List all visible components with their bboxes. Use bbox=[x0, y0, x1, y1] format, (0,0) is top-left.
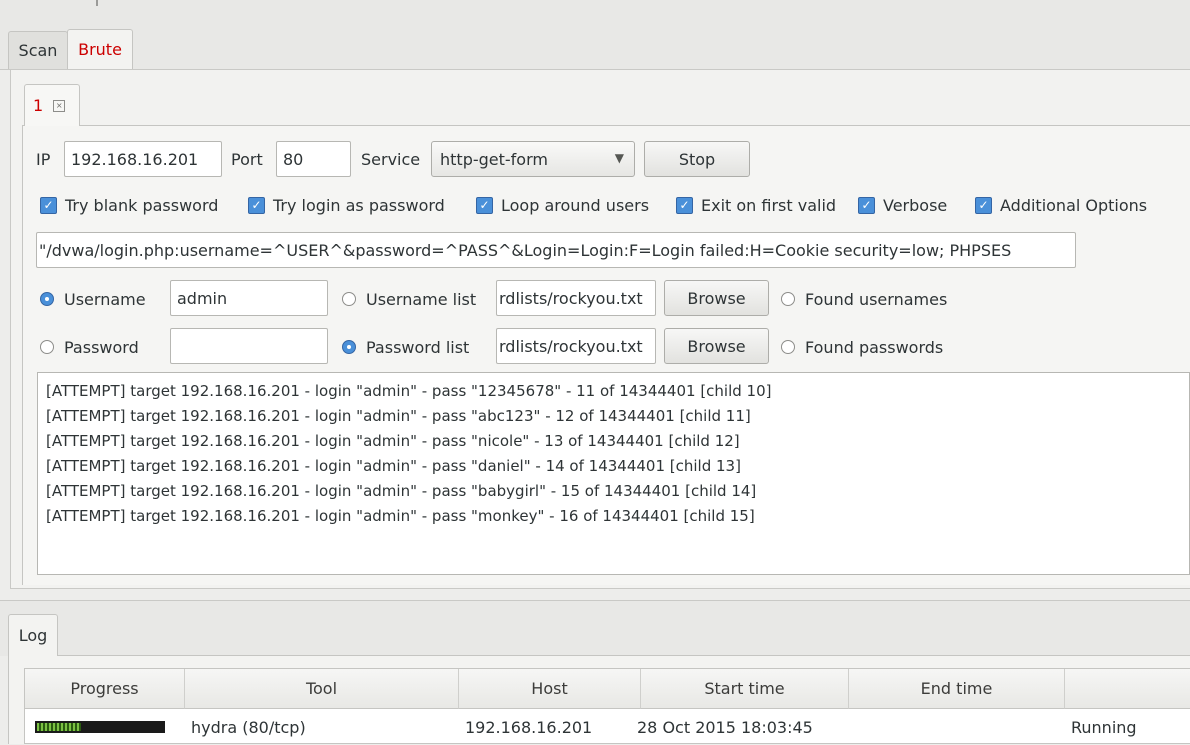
tab-scan-label: Scan bbox=[18, 41, 58, 60]
option-label: Verbose bbox=[883, 195, 948, 215]
browse-usernames-button[interactable]: Browse bbox=[664, 280, 769, 316]
ip-input[interactable]: 192.168.16.201 bbox=[64, 141, 222, 177]
option-try-blank-password[interactable]: ✓ Try blank password bbox=[40, 192, 218, 218]
tab-brute[interactable]: Brute bbox=[67, 29, 133, 69]
column-header-progress[interactable]: Progress bbox=[25, 669, 185, 709]
radio-password-list[interactable]: Password list bbox=[342, 332, 469, 362]
password-list-input[interactable]: rdlists/rockyou.txt bbox=[496, 328, 656, 364]
option-exit-on-first-valid[interactable]: ✓ Exit on first valid bbox=[676, 192, 836, 218]
checkbox-checked-icon[interactable]: ✓ bbox=[248, 196, 265, 214]
column-header-status[interactable] bbox=[1065, 669, 1190, 709]
tab-log[interactable]: Log bbox=[8, 614, 58, 656]
table-row-status[interactable]: Running bbox=[1071, 709, 1137, 745]
output-line: [ATTEMPT] target 192.168.16.201 - login … bbox=[46, 457, 741, 475]
tab-log-label: Log bbox=[18, 626, 48, 645]
dropdown-arrow-icon: ▼ bbox=[614, 151, 624, 165]
username-input[interactable]: admin bbox=[170, 280, 328, 316]
radio-unselected-icon bbox=[40, 340, 54, 354]
radio-unselected-icon bbox=[781, 292, 795, 306]
session-tab-1[interactable]: 1 × bbox=[24, 84, 80, 126]
browse-button-label: Browse bbox=[687, 336, 746, 356]
close-icon[interactable]: × bbox=[53, 99, 66, 112]
main-tab-strip bbox=[0, 0, 1190, 70]
column-header-host[interactable]: Host bbox=[459, 669, 641, 709]
browse-button-label: Browse bbox=[687, 288, 746, 308]
ip-label: IP bbox=[36, 149, 51, 169]
column-header-tool[interactable]: Tool bbox=[185, 669, 459, 709]
service-label: Service bbox=[361, 149, 421, 169]
output-line: [ATTEMPT] target 192.168.16.201 - login … bbox=[46, 407, 751, 425]
output-line: [ATTEMPT] target 192.168.16.201 - login … bbox=[46, 482, 757, 500]
radio-selected-icon bbox=[342, 340, 356, 354]
table-row-host[interactable]: 192.168.16.201 bbox=[465, 709, 592, 745]
log-tab-strip bbox=[0, 600, 1190, 656]
service-select-value: http-get-form bbox=[440, 149, 548, 169]
table-row-progress[interactable] bbox=[35, 709, 185, 745]
option-label: Additional Options bbox=[1000, 195, 1148, 215]
table-row-tool[interactable]: hydra (80/tcp) bbox=[191, 709, 306, 745]
tab-scan[interactable]: Scan bbox=[8, 31, 68, 69]
checkbox-checked-icon[interactable]: ✓ bbox=[858, 196, 875, 214]
checkbox-checked-icon[interactable]: ✓ bbox=[476, 196, 493, 214]
checkbox-checked-icon[interactable]: ✓ bbox=[676, 196, 693, 214]
table-row-start-time[interactable]: 28 Oct 2015 18:03:45 bbox=[637, 709, 813, 745]
browse-passwords-button[interactable]: Browse bbox=[664, 328, 769, 364]
option-verbose[interactable]: ✓ Verbose bbox=[858, 192, 947, 218]
option-label: Exit on first valid bbox=[701, 195, 837, 215]
output-line: [ATTEMPT] target 192.168.16.201 - login … bbox=[46, 432, 740, 450]
additional-options-input[interactable]: "/dvwa/login.php:username=^USER^&passwor… bbox=[36, 232, 1076, 268]
output-line: [ATTEMPT] target 192.168.16.201 - login … bbox=[46, 507, 755, 525]
checkbox-checked-icon[interactable]: ✓ bbox=[40, 196, 57, 214]
process-table: Progress Tool Host Start time End time h… bbox=[24, 668, 1190, 744]
found-passwords-label: Found passwords bbox=[805, 337, 944, 357]
option-label: Loop around users bbox=[501, 195, 650, 215]
radio-username-list[interactable]: Username list bbox=[342, 284, 476, 314]
username-list-input[interactable]: rdlists/rockyou.txt bbox=[496, 280, 656, 316]
radio-unselected-icon bbox=[342, 292, 356, 306]
tab-brute-label: Brute bbox=[78, 40, 122, 59]
checkbox-checked-icon[interactable]: ✓ bbox=[975, 196, 992, 214]
stop-button[interactable]: Stop bbox=[644, 141, 750, 177]
option-label: Try blank password bbox=[65, 195, 219, 215]
option-label: Try login as password bbox=[273, 195, 445, 215]
progress-bar bbox=[35, 721, 165, 733]
port-input[interactable]: 80 bbox=[276, 141, 351, 177]
tab-strip-marker bbox=[96, 0, 98, 6]
option-loop-around-users[interactable]: ✓ Loop around users bbox=[476, 192, 649, 218]
radio-unselected-icon bbox=[781, 340, 795, 354]
port-label: Port bbox=[231, 149, 263, 169]
stop-button-label: Stop bbox=[678, 149, 716, 169]
column-header-start-time[interactable]: Start time bbox=[641, 669, 849, 709]
found-usernames-label: Found usernames bbox=[805, 289, 948, 309]
service-select[interactable]: http-get-form ▼ bbox=[431, 141, 635, 177]
radio-found-passwords[interactable]: Found passwords bbox=[781, 332, 943, 362]
radio-found-usernames[interactable]: Found usernames bbox=[781, 284, 947, 314]
username-label: Username bbox=[64, 289, 146, 309]
brute-output-console[interactable]: [ATTEMPT] target 192.168.16.201 - login … bbox=[37, 372, 1190, 575]
option-additional-options[interactable]: ✓ Additional Options bbox=[975, 192, 1147, 218]
output-line: [ATTEMPT] target 192.168.16.201 - login … bbox=[46, 382, 772, 400]
option-try-login-as-password[interactable]: ✓ Try login as password bbox=[248, 192, 445, 218]
session-tab-label: 1 bbox=[33, 96, 44, 115]
radio-username[interactable]: Username bbox=[40, 284, 146, 314]
progress-bar-fill bbox=[37, 723, 82, 731]
username-list-label: Username list bbox=[366, 289, 477, 309]
column-header-end-time[interactable]: End time bbox=[849, 669, 1065, 709]
radio-password[interactable]: Password bbox=[40, 332, 139, 362]
radio-selected-icon bbox=[40, 292, 54, 306]
password-list-label: Password list bbox=[366, 337, 470, 357]
password-input[interactable] bbox=[170, 328, 328, 364]
password-label: Password bbox=[64, 337, 139, 357]
